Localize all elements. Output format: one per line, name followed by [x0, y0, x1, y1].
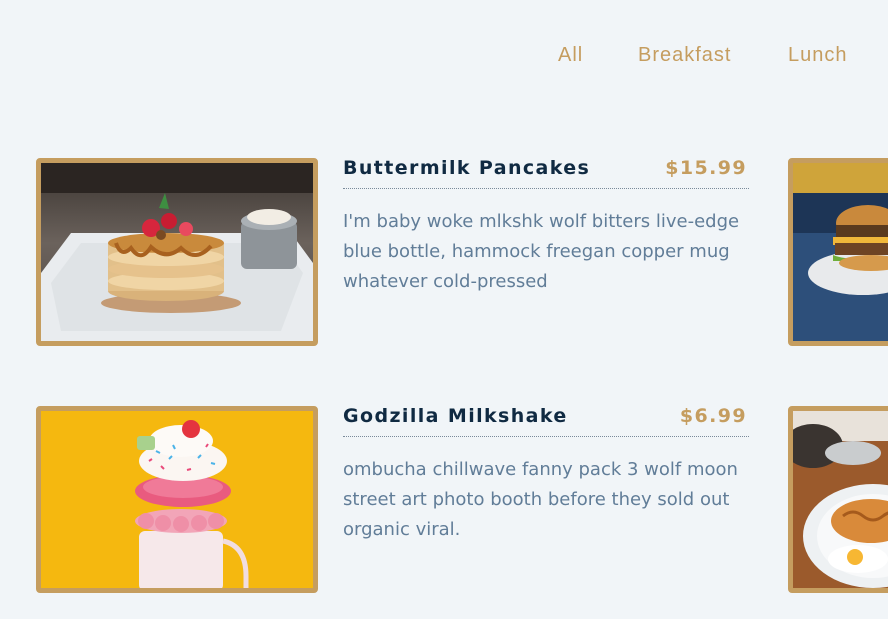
menu-item-header: Godzilla Milkshake $6.99 — [343, 405, 749, 437]
filter-lunch-button[interactable]: Lunch — [788, 44, 848, 67]
burger-photo — [788, 158, 888, 346]
filter-all-button[interactable]: All — [558, 44, 583, 67]
menu-item-description: ombucha chillwave fanny pack 3 wolf moon… — [343, 459, 738, 540]
menu-item-header: Buttermilk Pancakes $15.99 — [343, 157, 749, 189]
filter-breakfast-button[interactable]: Breakfast — [638, 44, 731, 67]
menu-item-name: Buttermilk Pancakes — [343, 157, 591, 179]
menu-item-name: Godzilla Milkshake — [343, 405, 568, 427]
menu-item-price: $15.99 — [665, 157, 747, 179]
pancakes-photo — [36, 158, 318, 346]
menu-item-description: I'm baby woke mlkshk wolf bitters live-e… — [343, 211, 740, 292]
eggs-photo — [788, 406, 888, 593]
menu-item-price: $6.99 — [679, 405, 747, 427]
milkshake-photo — [36, 406, 318, 593]
filter-bar: All Breakfast Lunch — [0, 44, 888, 74]
